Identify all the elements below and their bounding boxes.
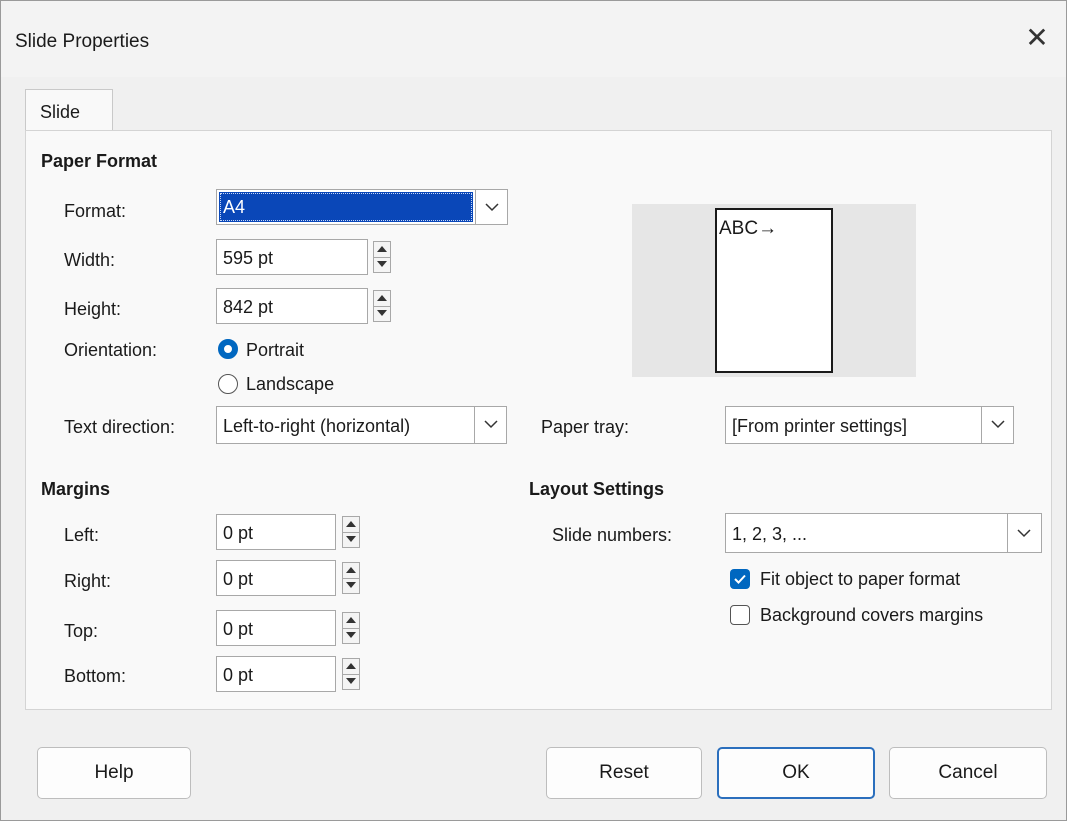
format-dropdown-button[interactable] bbox=[475, 190, 507, 224]
bottom-margin-value: 0 pt bbox=[223, 665, 254, 685]
background-covers-checkbox[interactable] bbox=[730, 605, 750, 625]
help-button[interactable]: Help bbox=[37, 747, 191, 799]
top-margin-value: 0 pt bbox=[223, 619, 254, 639]
slide-numbers-value: 1, 2, 3, ... bbox=[732, 524, 808, 544]
right-spin-down[interactable] bbox=[343, 578, 359, 593]
margins-heading: Margins bbox=[41, 479, 111, 499]
right-margin-label: Right: bbox=[64, 571, 112, 591]
height-label: Height: bbox=[64, 299, 122, 319]
height-value: 842 pt bbox=[223, 297, 274, 317]
top-spin-up[interactable] bbox=[343, 613, 359, 629]
text-direction-combobox[interactable]: Left-to-right (horizontal) bbox=[216, 406, 507, 444]
checkmark-icon bbox=[734, 574, 746, 584]
height-spinner[interactable] bbox=[373, 290, 391, 322]
landscape-label[interactable]: Landscape bbox=[246, 374, 334, 395]
left-spin-down[interactable] bbox=[343, 532, 359, 547]
triangle-down-icon bbox=[346, 536, 356, 542]
bottom-margin-spinner[interactable] bbox=[342, 658, 360, 690]
portrait-label[interactable]: Portrait bbox=[246, 340, 304, 361]
triangle-down-icon bbox=[346, 632, 356, 638]
left-margin-field[interactable]: 0 pt bbox=[216, 514, 336, 550]
triangle-up-icon bbox=[346, 567, 356, 573]
bottom-spin-down[interactable] bbox=[343, 674, 359, 689]
text-direction-label: Text direction: bbox=[64, 417, 176, 437]
bottom-margin-field[interactable]: 0 pt bbox=[216, 656, 336, 692]
chevron-down-icon bbox=[484, 420, 498, 429]
right-spin-up[interactable] bbox=[343, 563, 359, 579]
width-field[interactable]: 595 pt bbox=[216, 239, 368, 275]
orientation-label: Orientation: bbox=[64, 340, 158, 360]
format-label: Format: bbox=[64, 201, 127, 221]
width-spinner[interactable] bbox=[373, 241, 391, 273]
triangle-down-icon bbox=[346, 582, 356, 588]
fit-object-checkbox[interactable] bbox=[730, 569, 750, 589]
width-value: 595 pt bbox=[223, 248, 274, 268]
height-spin-down[interactable] bbox=[374, 306, 390, 321]
width-spin-up[interactable] bbox=[374, 242, 390, 258]
preview-page: ABC→ bbox=[715, 208, 833, 373]
right-margin-field[interactable]: 0 pt bbox=[216, 560, 336, 596]
height-spin-up[interactable] bbox=[374, 291, 390, 307]
format-combobox[interactable]: A4 bbox=[216, 189, 508, 225]
top-spin-down[interactable] bbox=[343, 628, 359, 643]
close-icon[interactable]: ✕ bbox=[1022, 23, 1052, 53]
bottom-spin-up[interactable] bbox=[343, 659, 359, 675]
left-spin-up[interactable] bbox=[343, 517, 359, 533]
slide-numbers-label: Slide numbers: bbox=[552, 525, 673, 545]
portrait-radio[interactable] bbox=[218, 339, 238, 359]
triangle-up-icon bbox=[377, 295, 387, 301]
title-bar: Slide Properties ✕ bbox=[1, 1, 1066, 77]
fit-object-label[interactable]: Fit object to paper format bbox=[760, 569, 960, 590]
chevron-down-icon bbox=[485, 203, 499, 212]
paper-tray-combobox[interactable]: [From printer settings] bbox=[725, 406, 1014, 444]
triangle-up-icon bbox=[346, 521, 356, 527]
chevron-down-icon bbox=[991, 420, 1005, 429]
width-spin-down[interactable] bbox=[374, 257, 390, 272]
right-margin-spinner[interactable] bbox=[342, 562, 360, 594]
background-covers-label[interactable]: Background covers margins bbox=[760, 605, 983, 626]
triangle-down-icon bbox=[377, 310, 387, 316]
chevron-down-icon bbox=[1017, 529, 1031, 538]
left-margin-spinner[interactable] bbox=[342, 516, 360, 548]
text-direction-dropdown-button[interactable] bbox=[474, 407, 506, 443]
landscape-radio[interactable] bbox=[218, 374, 238, 394]
bottom-margin-label: Bottom: bbox=[64, 666, 127, 686]
format-value: A4 bbox=[223, 197, 246, 217]
dialog-title: Slide Properties bbox=[15, 31, 150, 52]
triangle-up-icon bbox=[346, 617, 356, 623]
triangle-up-icon bbox=[377, 246, 387, 252]
slide-numbers-combobox[interactable]: 1, 2, 3, ... bbox=[725, 513, 1042, 553]
cancel-button[interactable]: Cancel bbox=[889, 747, 1047, 799]
top-margin-spinner[interactable] bbox=[342, 612, 360, 644]
triangle-down-icon bbox=[346, 678, 356, 684]
triangle-up-icon bbox=[346, 663, 356, 669]
height-field[interactable]: 842 pt bbox=[216, 288, 368, 324]
slide-numbers-dropdown-button[interactable] bbox=[1007, 514, 1041, 552]
tab-slide[interactable]: Slide bbox=[25, 89, 113, 131]
width-label: Width: bbox=[64, 250, 116, 270]
top-margin-label: Top: bbox=[64, 621, 99, 641]
slide-properties-dialog: Slide Properties ✕ Slide Paper Format Fo… bbox=[0, 0, 1067, 821]
paper-tray-dropdown-button[interactable] bbox=[981, 407, 1013, 443]
format-selection-highlight bbox=[219, 192, 473, 222]
text-direction-value: Left-to-right (horizontal) bbox=[223, 416, 411, 436]
paper-tray-value: [From printer settings] bbox=[732, 416, 908, 436]
paper-tray-label: Paper tray: bbox=[541, 417, 630, 437]
tab-slide-label: Slide bbox=[40, 102, 81, 122]
reset-button[interactable]: Reset bbox=[546, 747, 702, 799]
right-margin-value: 0 pt bbox=[223, 569, 254, 589]
left-margin-label: Left: bbox=[64, 525, 100, 545]
preview-text: ABC→ bbox=[719, 218, 778, 239]
paper-format-heading: Paper Format bbox=[41, 151, 158, 171]
ok-button[interactable]: OK bbox=[717, 747, 875, 799]
top-margin-field[interactable]: 0 pt bbox=[216, 610, 336, 646]
layout-settings-heading: Layout Settings bbox=[529, 479, 665, 499]
triangle-down-icon bbox=[377, 261, 387, 267]
left-margin-value: 0 pt bbox=[223, 523, 254, 543]
